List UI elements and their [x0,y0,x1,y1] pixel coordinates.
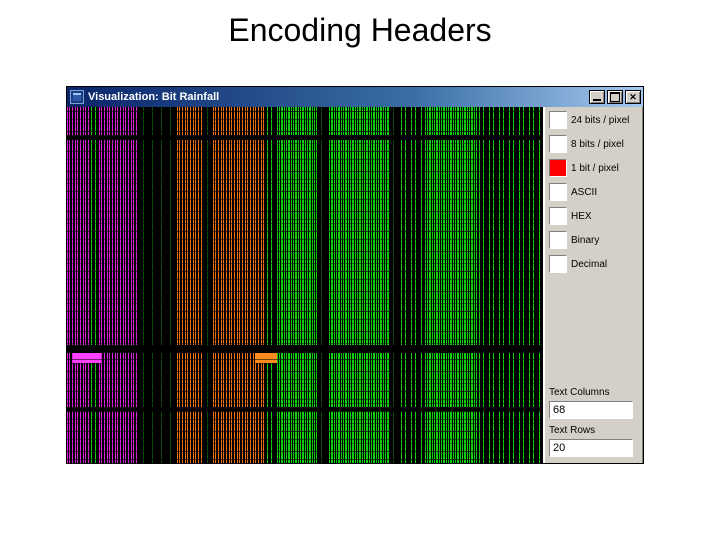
visualization-canvas[interactable] [67,107,543,463]
option-binary[interactable]: Binary [549,231,639,249]
viz-highlight [73,353,101,363]
viz-gap [67,407,543,411]
slide-title: Encoding Headers [0,0,720,55]
text-columns-input[interactable] [549,401,633,419]
option-label: 24 bits / pixel [571,115,629,126]
text-rows-input[interactable] [549,439,633,457]
text-columns-label: Text Columns [549,387,639,398]
swatch-8bit [549,135,567,153]
option-label: 8 bits / pixel [571,139,624,150]
close-button[interactable] [625,90,641,104]
swatch-24bit [549,111,567,129]
swatch-1bit [549,159,567,177]
window-title: Visualization: Bit Rainfall [88,91,219,103]
option-hex[interactable]: HEX [549,207,639,225]
titlebar[interactable]: Visualization: Bit Rainfall [67,87,643,107]
swatch-hex [549,207,567,225]
option-label: Binary [571,235,599,246]
viz-gap [67,135,543,140]
app-icon [70,90,84,104]
option-8bit[interactable]: 8 bits / pixel [549,135,639,153]
minimize-button[interactable] [589,90,605,104]
option-label: HEX [571,211,592,222]
option-ascii[interactable]: ASCII [549,183,639,201]
option-label: 1 bit / pixel [571,163,619,174]
text-rows-label: Text Rows [549,425,639,436]
option-24bit[interactable]: 24 bits / pixel [549,111,639,129]
side-panel: 24 bits / pixel 8 bits / pixel 1 bit / p… [543,107,643,463]
client-area: 24 bits / pixel 8 bits / pixel 1 bit / p… [67,107,643,463]
option-1bit[interactable]: 1 bit / pixel [549,159,639,177]
viz-gap [67,345,543,353]
text-columns-group: Text Columns Text Rows [549,387,639,457]
option-label: ASCII [571,187,597,198]
app-window: Visualization: Bit Rainfall [66,86,644,464]
maximize-button[interactable] [607,90,623,104]
viz-highlight [255,353,277,363]
swatch-ascii [549,183,567,201]
option-label: Decimal [571,259,607,270]
swatch-binary [549,231,567,249]
swatch-decimal [549,255,567,273]
option-decimal[interactable]: Decimal [549,255,639,273]
